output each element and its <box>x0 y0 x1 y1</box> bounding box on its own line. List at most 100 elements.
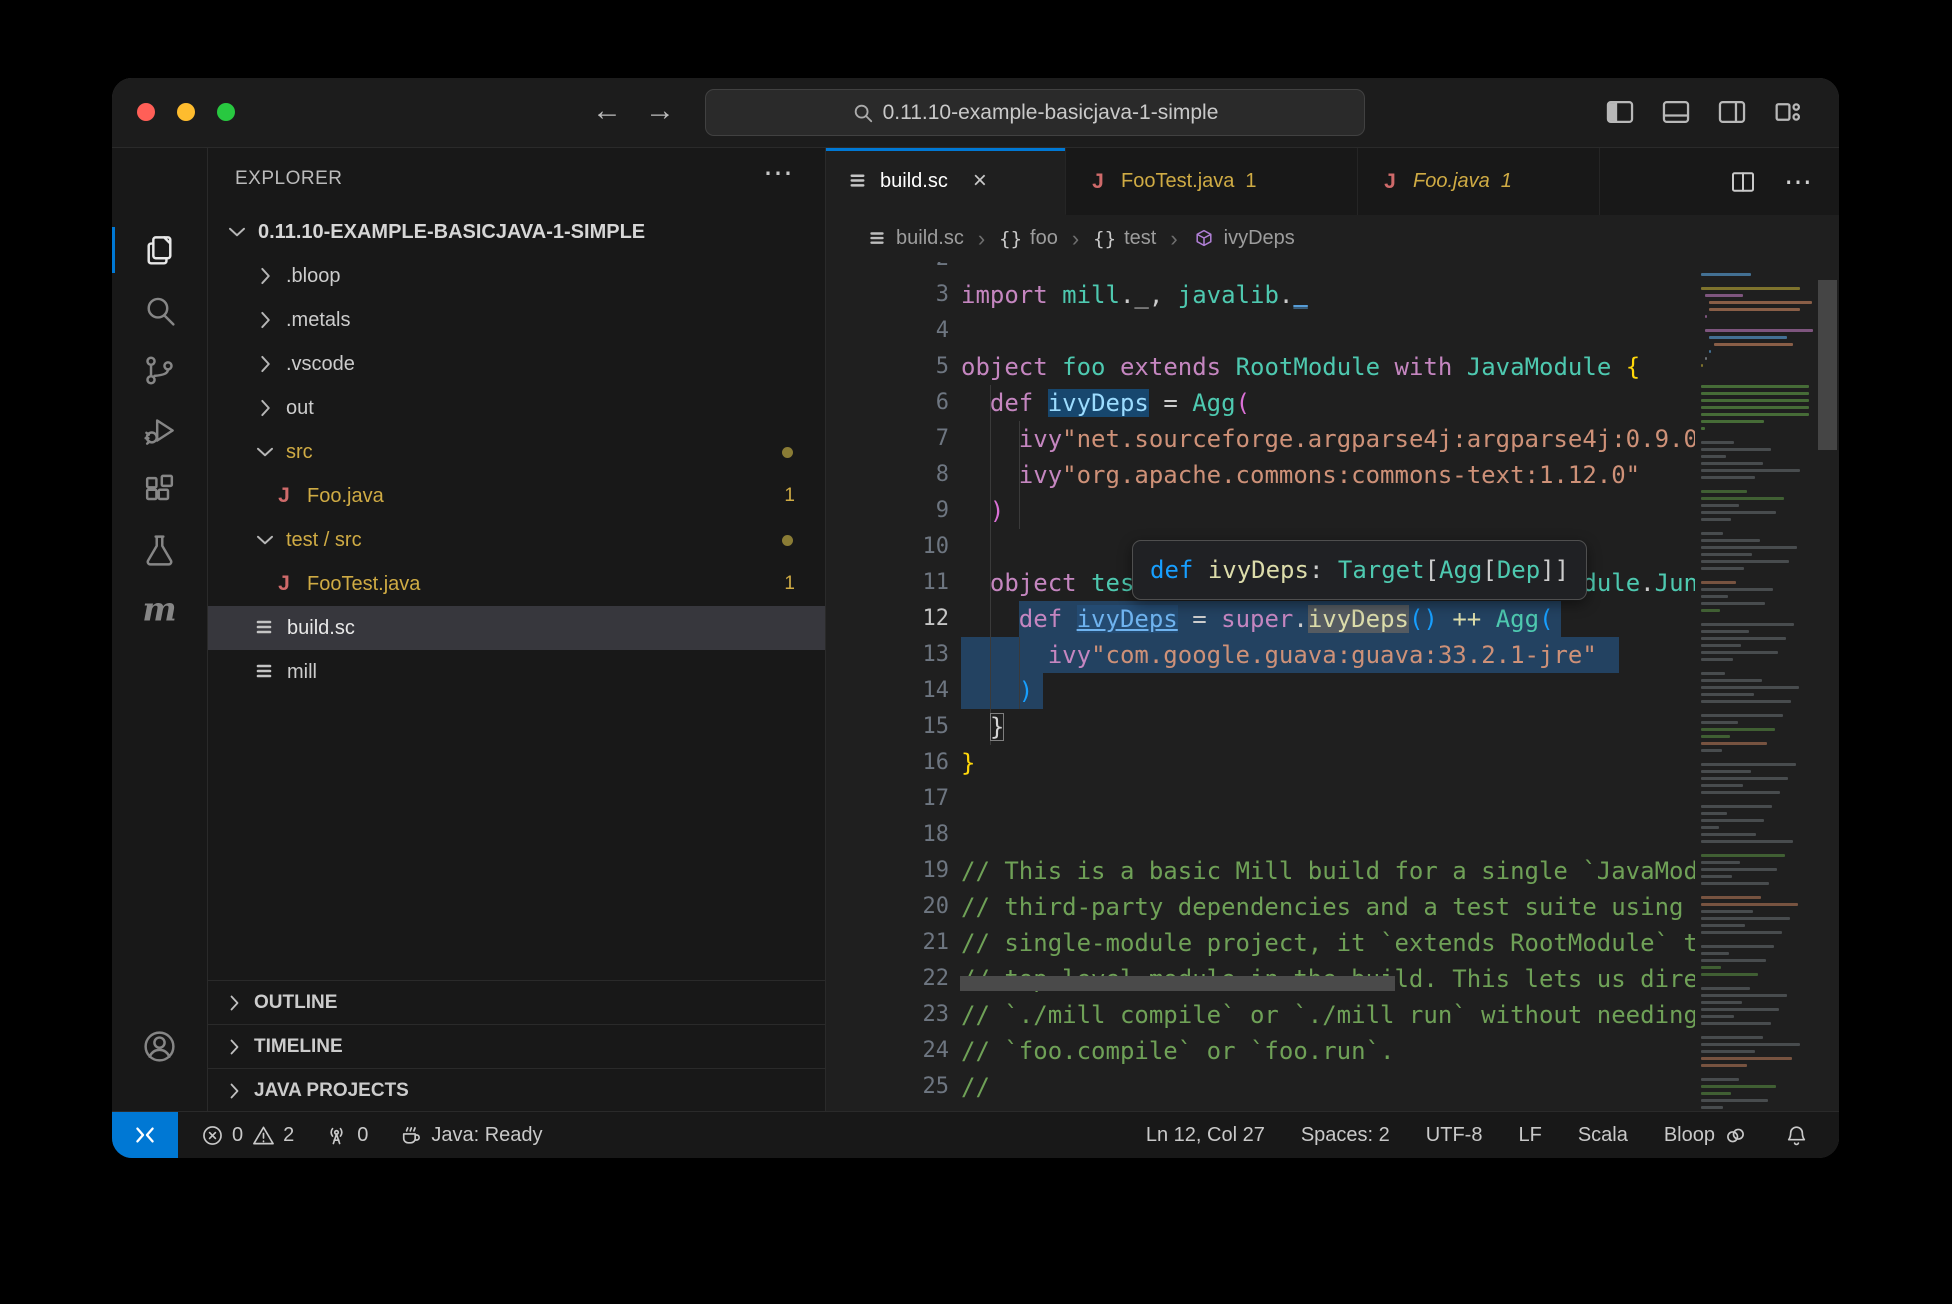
command-center-search[interactable]: 0.11.10-example-basicjava-1-simple <box>705 89 1365 136</box>
tree-item-.metals[interactable]: .metals <box>208 298 825 342</box>
activity-item-testing[interactable] <box>112 520 207 580</box>
activity-item-run-and-debug[interactable] <box>112 400 207 460</box>
activity-item-accounts[interactable] <box>112 1016 207 1076</box>
code-line-15[interactable]: 15 } <box>826 709 1695 745</box>
tab-footest.java[interactable]: JFooTest.java1 <box>1066 148 1358 215</box>
cursor-position[interactable]: Ln 12, Col 27 <box>1146 1124 1265 1147</box>
chevron-down-icon <box>224 219 250 245</box>
activity-item-extensions[interactable] <box>112 460 207 520</box>
code-line-6[interactable]: 6 def ivyDeps = Agg( <box>826 385 1695 421</box>
symbol-field-icon <box>1192 227 1216 251</box>
language-mode[interactable]: Scala <box>1578 1124 1628 1147</box>
eol-status[interactable]: LF <box>1518 1124 1541 1147</box>
section-outline[interactable]: OUTLINE <box>208 980 825 1024</box>
breadcrumb-item-foo[interactable]: foo <box>1030 227 1058 250</box>
section-timeline[interactable]: TIMELINE <box>208 1024 825 1068</box>
ports-status[interactable]: 0 <box>324 1123 368 1148</box>
code-line-14[interactable]: 14 ) <box>826 673 1695 709</box>
svg-text:m: m <box>142 592 176 629</box>
minimap-line <box>1701 511 1776 514</box>
tree-item-.bloop[interactable]: .bloop <box>208 254 825 298</box>
line-number: 25 <box>826 1069 949 1105</box>
tree-item-mill[interactable]: mill <box>208 650 825 694</box>
section-label: TIMELINE <box>254 1036 343 1058</box>
code-line-16[interactable]: 16} <box>826 745 1695 781</box>
line-number: 12 <box>826 601 949 637</box>
tree-item-src[interactable]: src <box>208 430 825 474</box>
code-line-13[interactable]: 13 ivy"com.google.guava:guava:33.2.1-jre… <box>826 637 1695 673</box>
minimap-line <box>1714 343 1794 346</box>
code-line-21[interactable]: 21// single-module project, it `extends … <box>826 925 1695 961</box>
remote-indicator[interactable] <box>112 1112 178 1158</box>
code-line-24[interactable]: 24// `foo.compile` or `foo.run`. <box>826 1033 1695 1069</box>
notifications-bell[interactable] <box>1784 1123 1809 1148</box>
breadcrumb[interactable]: build.sc›{}foo›{}test›ivyDeps <box>826 215 1839 262</box>
toggle-panel-button[interactable] <box>1659 95 1693 129</box>
minimap-line <box>1701 413 1809 416</box>
build-server-status[interactable]: Bloop <box>1664 1123 1748 1148</box>
activity-item-mill[interactable]: m <box>112 580 207 640</box>
activity-item-explorer[interactable] <box>112 220 207 280</box>
minimap-line <box>1701 1099 1768 1102</box>
activity-item-search[interactable] <box>112 280 207 340</box>
code-line-2[interactable]: 2 <box>826 262 1695 277</box>
explorer-more-actions-button[interactable]: ⋯ <box>763 156 795 191</box>
hover-tooltip: def ivyDeps: Target[Agg[Dep]] <box>1132 540 1587 600</box>
activity-item-source-control[interactable] <box>112 340 207 400</box>
minimap-line <box>1701 490 1747 493</box>
code-line-17[interactable]: 17 <box>826 781 1695 817</box>
customize-layout-button[interactable] <box>1771 95 1805 129</box>
tab-build.sc[interactable]: build.sc× <box>826 148 1066 215</box>
code-line-9[interactable]: 9 ) <box>826 493 1695 529</box>
toggle-primary-sidebar-button[interactable] <box>1603 95 1637 129</box>
tree-item-test-src[interactable]: test / src <box>208 518 825 562</box>
minimap[interactable] <box>1695 262 1816 1113</box>
breadcrumb-item-build.sc[interactable]: build.sc <box>896 227 964 250</box>
close-window-button[interactable] <box>137 103 155 121</box>
vertical-scrollbar[interactable] <box>1818 280 1837 450</box>
code-line-19[interactable]: 19// This is a basic Mill build for a si… <box>826 853 1695 889</box>
breadcrumb-item-ivydeps[interactable]: ivyDeps <box>1224 227 1295 250</box>
editor-more-actions-button[interactable]: ⋯ <box>1784 165 1813 198</box>
section-java-projects[interactable]: JAVA PROJECTS <box>208 1068 825 1112</box>
zoom-window-button[interactable] <box>217 103 235 121</box>
tree-item-foo.java[interactable]: JFoo.java1 <box>208 474 825 518</box>
code-line-3[interactable]: 3import mill._, javalib._ <box>826 277 1695 313</box>
encoding-status[interactable]: UTF-8 <box>1426 1124 1483 1147</box>
code-line-7[interactable]: 7 ivy"net.sourceforge.argparse4j:argpars… <box>826 421 1695 457</box>
modified-dot-badge <box>782 447 793 458</box>
tree-item-.vscode[interactable]: .vscode <box>208 342 825 386</box>
code-line-18[interactable]: 18 <box>826 817 1695 853</box>
split-editor-button[interactable] <box>1728 167 1758 197</box>
problems-status[interactable]: 0 2 <box>200 1123 294 1148</box>
tab-foo.java[interactable]: JFoo.java1 <box>1358 148 1600 215</box>
code-line-12[interactable]: 12 def ivyDeps = super.ivyDeps() ++ Agg( <box>826 601 1695 637</box>
explorer-sidebar: EXPLORER ⋯ 0.11.10-EXAMPLE-BASICJAVA-1-S… <box>208 148 826 1112</box>
code-line-8[interactable]: 8 ivy"org.apache.commons:commons-text:1.… <box>826 457 1695 493</box>
indentation-status[interactable]: Spaces: 2 <box>1301 1124 1390 1147</box>
minimap-line <box>1701 399 1809 402</box>
tree-root-folder[interactable]: 0.11.10-EXAMPLE-BASICJAVA-1-SIMPLE <box>208 210 825 254</box>
breadcrumb-item-test[interactable]: test <box>1124 227 1156 250</box>
code-line-23[interactable]: 23// `./mill compile` or `./mill run` wi… <box>826 997 1695 1033</box>
navigate-forward-button[interactable]: → <box>642 94 678 128</box>
code-line-25[interactable]: 25// <box>826 1069 1695 1105</box>
horizontal-scrollbar[interactable] <box>960 976 1395 991</box>
minimap-line <box>1701 819 1764 822</box>
code-line-4[interactable]: 4 <box>826 313 1695 349</box>
minimap-line <box>1701 1036 1763 1039</box>
tree-item-footest.java[interactable]: JFooTest.java1 <box>208 562 825 606</box>
code-line-20[interactable]: 20// third-party dependencies and a test… <box>826 889 1695 925</box>
navigate-back-button[interactable]: ← <box>589 94 625 128</box>
minimap-line <box>1701 868 1777 871</box>
java-status[interactable]: Java: Ready <box>398 1123 542 1148</box>
tree-item-build.sc[interactable]: build.sc <box>208 606 825 650</box>
toggle-secondary-sidebar-button[interactable] <box>1715 95 1749 129</box>
close-tab-icon[interactable]: × <box>973 167 987 195</box>
line-number: 8 <box>826 457 949 493</box>
tree-item-out[interactable]: out <box>208 386 825 430</box>
minimap-line <box>1701 700 1791 703</box>
minimize-window-button[interactable] <box>177 103 195 121</box>
code-line-5[interactable]: 5object foo extends RootModule with Java… <box>826 349 1695 385</box>
minimap-line <box>1701 777 1788 780</box>
